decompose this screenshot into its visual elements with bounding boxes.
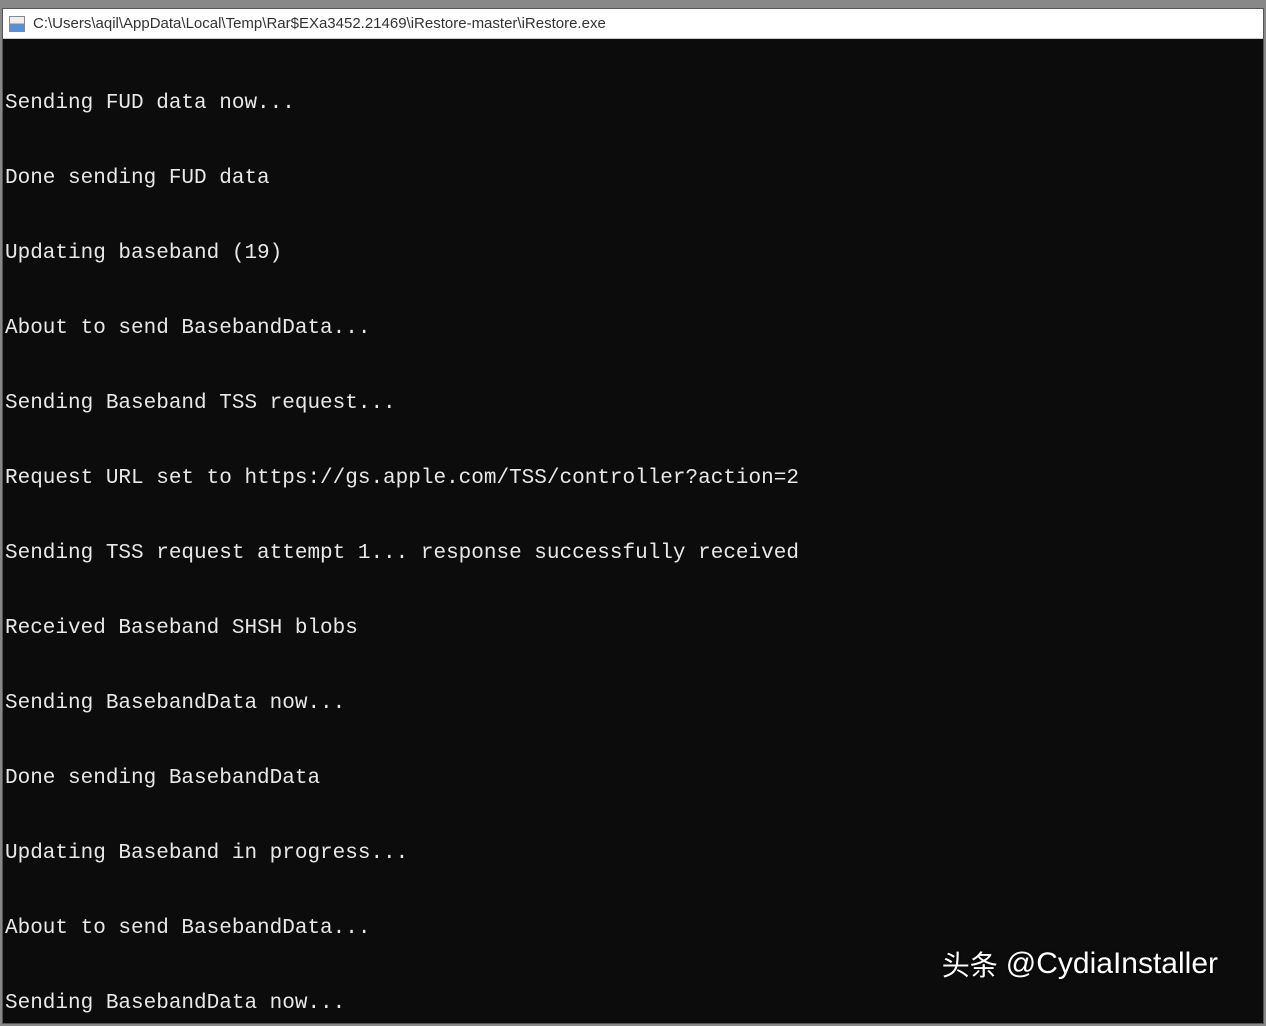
console-line: Updating Baseband in progress... (3, 841, 1263, 866)
app-icon (9, 16, 25, 32)
console-line: Done sending BasebandData (3, 766, 1263, 791)
console-line: Request URL set to https://gs.apple.com/… (3, 466, 1263, 491)
watermark-handle: @CydiaInstaller (1006, 947, 1218, 981)
console-window: C:\Users\aqil\AppData\Local\Temp\Rar$EXa… (2, 8, 1264, 1024)
console-line: About to send BasebandData... (3, 916, 1263, 941)
console-line: Sending BasebandData now... (3, 991, 1263, 1016)
watermark: 头条 @CydiaInstaller (942, 944, 1218, 984)
console-output[interactable]: Sending FUD data now... Done sending FUD… (3, 39, 1263, 1023)
console-line: Sending TSS request attempt 1... respons… (3, 541, 1263, 566)
console-line: Sending Baseband TSS request... (3, 391, 1263, 416)
console-line: Sending FUD data now... (3, 91, 1263, 116)
console-line: About to send BasebandData... (3, 316, 1263, 341)
window-title: C:\Users\aqil\AppData\Local\Temp\Rar$EXa… (33, 15, 606, 32)
titlebar[interactable]: C:\Users\aqil\AppData\Local\Temp\Rar$EXa… (3, 9, 1263, 39)
watermark-prefix: 头条 (942, 944, 998, 984)
console-line: Sending BasebandData now... (3, 691, 1263, 716)
console-line: Done sending FUD data (3, 166, 1263, 191)
console-line: Received Baseband SHSH blobs (3, 616, 1263, 641)
console-line: Updating baseband (19) (3, 241, 1263, 266)
